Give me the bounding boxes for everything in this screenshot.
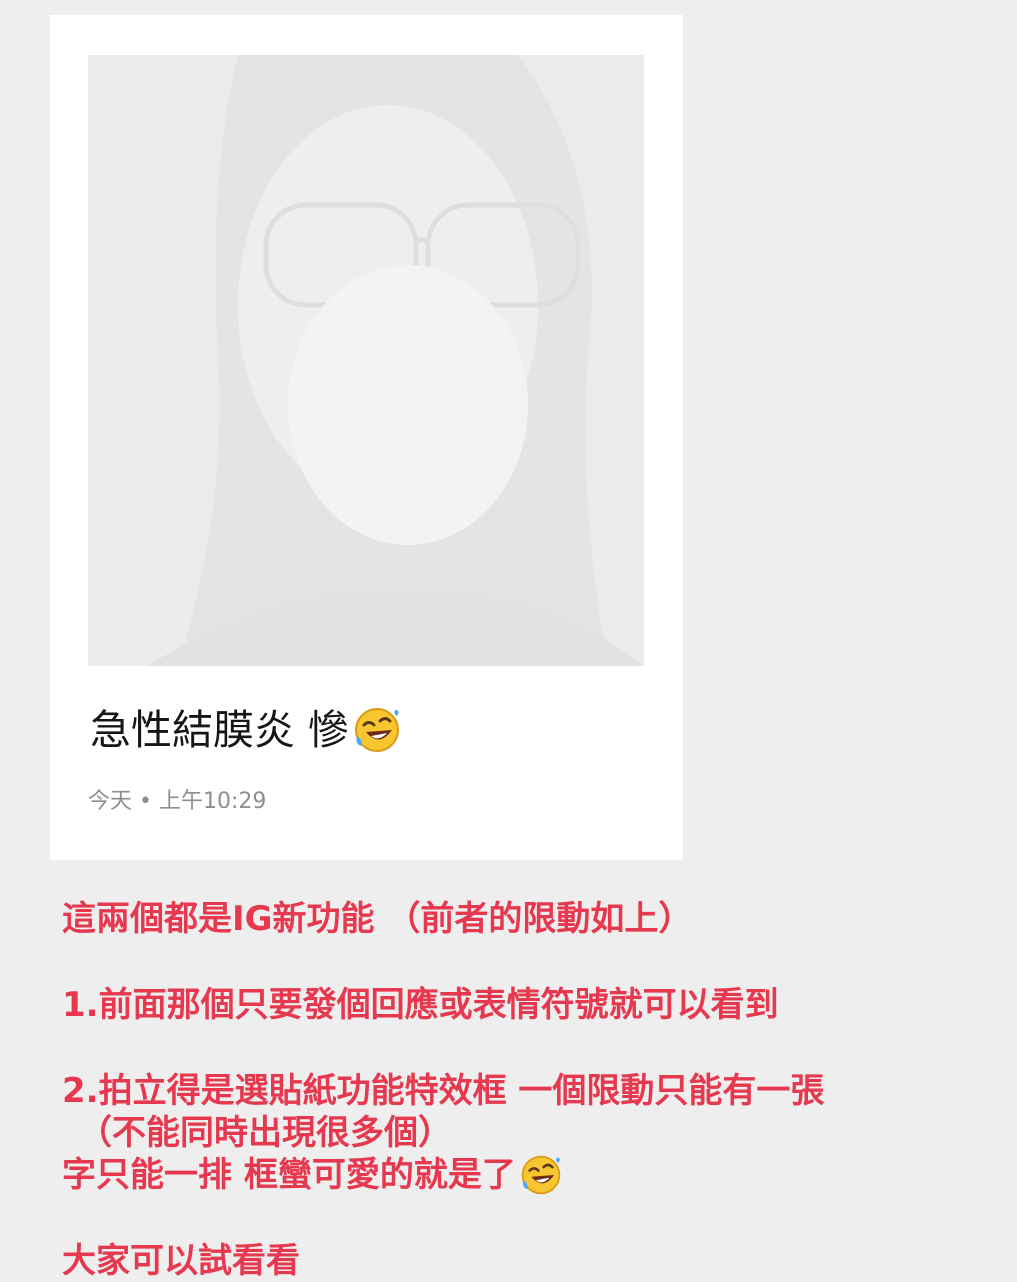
rofl-emoji-icon (353, 706, 401, 754)
caption-text: 急性結膜炎 慘 (90, 706, 350, 754)
polaroid-card: 急性結膜炎 慘 今天 • 上午10:29 (50, 15, 683, 860)
post-caption: 急性結膜炎 慘 (90, 705, 401, 755)
post-timestamp: 今天 • 上午10:29 (88, 789, 267, 814)
note-line-5-wrapper: 字只能一排 框蠻可愛的就是了 (62, 1154, 982, 1196)
faded-selfie-image (88, 55, 644, 666)
note-line-2: 1.前面那個只要發個回應或表情符號就可以看到 (62, 985, 779, 1025)
note-line-4: （不能同時出現很多個） (78, 1113, 452, 1153)
note-line-1: 這兩個都是IG新功能 （前者的限動如上） (62, 899, 693, 939)
rofl-emoji-icon (520, 1154, 562, 1196)
note-line-6: 大家可以試看看 (62, 1241, 300, 1281)
explanation-note: 這兩個都是IG新功能 （前者的限動如上） 1.前面那個只要發個回應或表情符號就可… (62, 898, 982, 1282)
selfie-photo[interactable] (88, 55, 644, 666)
note-line-3: 2.拍立得是選貼紙功能特效框 一個限動只能有一張 (62, 1071, 825, 1111)
note-line-5: 字只能一排 框蠻可愛的就是了 (62, 1155, 516, 1195)
